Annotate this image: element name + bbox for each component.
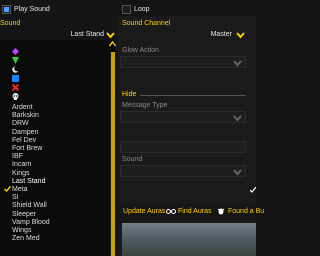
sound-dropdown[interactable]: Last Stand	[0, 28, 116, 40]
green-triangle-icon[interactable]	[12, 57, 19, 64]
blue-square-icon[interactable]	[12, 75, 19, 82]
dropdown-scrollbar-thumb[interactable]	[111, 52, 115, 256]
play-sound-label: Play Sound	[14, 6, 50, 13]
sound-label-2: Sound	[122, 156, 143, 163]
scroll-up-icon[interactable]	[108, 40, 117, 47]
dropdown-option[interactable]: Barkskin	[12, 112, 39, 120]
hide-section-label: Hide	[122, 91, 137, 98]
dropdown-option[interactable]: Sleeper	[12, 211, 36, 219]
glow-action-dropdown[interactable]	[120, 56, 246, 68]
dropdown-option[interactable]: Wings	[12, 227, 31, 235]
chevron-down-icon	[233, 115, 242, 122]
sound-dropdown-value: Last Stand	[70, 31, 104, 38]
message-input[interactable]	[120, 141, 246, 153]
message-type-dropdown[interactable]	[120, 111, 246, 123]
dropdown-option[interactable]: Meta	[12, 186, 28, 194]
message-type-label: Message Type	[122, 102, 168, 109]
moon-icon[interactable]	[12, 65, 20, 73]
dropdown-option[interactable]: Fel Dev	[12, 137, 36, 145]
dropdown-option[interactable]: Incarn	[12, 161, 31, 169]
dropdown-option[interactable]: Dampen	[12, 129, 38, 137]
chevron-down-icon	[233, 60, 242, 67]
play-sound-checkbox[interactable]	[2, 5, 11, 14]
dropdown-option[interactable]: DRW	[12, 120, 29, 128]
checkmark-icon	[249, 186, 257, 193]
sound-label: Sound	[0, 20, 21, 27]
chevron-down-icon	[233, 169, 242, 176]
loop-checkbox[interactable]	[122, 5, 131, 14]
purple-diamond-icon[interactable]	[12, 48, 19, 55]
sound-channel-value: Master	[210, 31, 232, 38]
dropdown-option[interactable]: Ardent	[12, 104, 33, 112]
red-cross-icon[interactable]	[11, 83, 20, 92]
dropdown-option[interactable]: SI	[12, 194, 19, 202]
dropdown-option[interactable]: Shield Wall	[12, 202, 47, 210]
hide-divider	[140, 95, 246, 96]
dropdown-option[interactable]: Fort Brew	[12, 145, 42, 153]
skull-icon[interactable]	[12, 93, 19, 100]
found-a-bug-button[interactable]: Found a Bu	[228, 208, 264, 215]
sound-dropdown-2[interactable]	[120, 165, 246, 177]
glasses-icon	[166, 208, 176, 215]
sound-channel-label: Sound Channel	[122, 20, 171, 27]
sound-channel-dropdown[interactable]: Master	[120, 28, 256, 40]
dropdown-option[interactable]: IBF	[12, 153, 23, 161]
chevron-down-icon	[236, 32, 245, 39]
chevron-down-icon	[106, 32, 115, 39]
preview-image	[122, 223, 256, 256]
update-auras-button[interactable]: Update Auras	[123, 208, 165, 215]
selected-checkmark-icon	[4, 186, 12, 193]
glow-action-label: Glow Action	[122, 47, 159, 54]
find-auras-button[interactable]: Find Auras	[178, 208, 211, 215]
dropdown-option[interactable]: Vamp Blood	[12, 219, 50, 227]
loop-label: Loop	[134, 6, 150, 13]
dropdown-option[interactable]: Kings	[12, 170, 30, 178]
bug-icon	[217, 207, 225, 215]
dropdown-option[interactable]: Last Stand	[12, 178, 45, 186]
dropdown-option[interactable]: Zen Med	[12, 235, 40, 243]
